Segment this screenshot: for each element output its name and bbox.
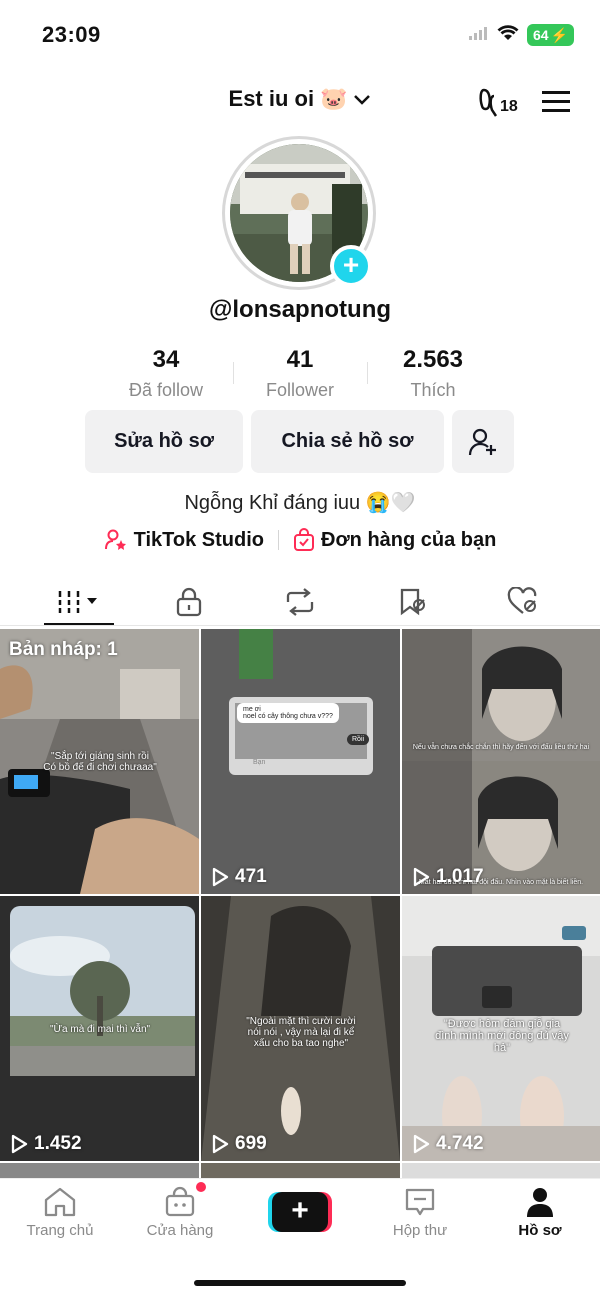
profile-links: TikTok Studio Đơn hàng của bạn (0, 528, 600, 552)
thumbnail-image (402, 629, 600, 894)
hamburger-icon (542, 91, 570, 112)
drafts-label: Bản nháp: 1 (9, 639, 118, 660)
likes-stat[interactable]: 2.563 Thích (363, 346, 503, 401)
tiktok-studio-link[interactable]: TikTok Studio (104, 528, 264, 552)
add-user-icon (468, 428, 496, 455)
bio-text: Ngỗng Khỉ đáng iuu 😭🤍 (184, 492, 416, 514)
plus-icon: + (272, 1192, 328, 1232)
profile-views-button[interactable]: 18 (478, 86, 520, 125)
video-caption: "Ừa mà đi mai thì vẫn" (49, 1024, 151, 1035)
play-icon (212, 867, 229, 887)
divider (0, 625, 600, 626)
nav-inbox[interactable]: Hộp thư (360, 1186, 480, 1239)
plus-icon: + (342, 249, 360, 280)
video-tile[interactable]: "Được hôm đám giỗ gia đình mình mới đông… (402, 896, 600, 1161)
likes-label: Thích (410, 380, 456, 400)
nav-shop-label: Cửa hàng (146, 1222, 214, 1239)
pig-emoji-icon: 🐷 (320, 86, 348, 111)
followers-label: Follower (265, 380, 335, 400)
add-avatar-button[interactable]: + (330, 245, 372, 287)
video-caption: "Ngoài mặt thì cười cười nói nói , vậy m… (246, 1016, 356, 1049)
status-time: 23:09 (42, 22, 101, 47)
home-indicator (194, 1280, 406, 1286)
video-tile[interactable]: "Ừa mà đi mai thì vẫn" 1.452 (0, 896, 199, 1161)
battery-indicator: 64 ⚡ (526, 24, 574, 46)
view-count: 471 (211, 866, 267, 888)
play-icon (11, 1134, 28, 1154)
following-count: 34 (152, 346, 180, 373)
video-tile[interactable]: "Ngoài mặt thì cười cười nói nói , vậy m… (201, 896, 400, 1161)
home-icon (44, 1187, 76, 1217)
divider (278, 530, 280, 550)
share-profile-button[interactable]: Chia sẻ hồ sơ (251, 410, 444, 473)
shopping-bag-icon (294, 528, 315, 551)
followers-stat[interactable]: 41 Follower (230, 346, 370, 401)
saved-icon (400, 588, 425, 616)
following-label: Đã follow (128, 380, 204, 400)
drafts-tile[interactable]: Bản nháp: 1 "Sắp tới giáng sinh rồi Có b… (0, 629, 199, 894)
liked-icon (507, 587, 537, 614)
orders-link[interactable]: Đơn hàng của bạn (293, 528, 496, 552)
inbox-icon (405, 1188, 435, 1216)
view-count-value: 699 (235, 1133, 267, 1154)
video-caption: Nếu vẫn chưa chắc chắn thì hãy đến với đ… (412, 744, 590, 751)
chat-bubble: me ơi noel có cây thông chưa v??? (237, 703, 339, 723)
edit-profile-button[interactable]: Sửa hồ sơ (85, 410, 243, 473)
view-count-value: 471 (235, 866, 267, 887)
battery-level: 64 (532, 27, 549, 43)
video-tile[interactable]: Nếu vẫn chưa chắc chắn thì hãy đến với đ… (402, 629, 600, 894)
shopping-bag-icon (165, 1186, 195, 1217)
nav-profile-label: Hồ sơ (518, 1222, 562, 1239)
video-tile[interactable]: me ơi noel có cây thông chưa v??? Rồii B… (201, 629, 400, 894)
nav-home-label: Trang chủ (26, 1222, 94, 1239)
play-icon (413, 867, 430, 887)
followers-count: 41 (286, 346, 314, 373)
profile-views-count: 18 (500, 98, 518, 115)
following-stat[interactable]: 34 Đã follow (96, 346, 236, 401)
chat-bubble: Rồii (347, 734, 370, 745)
username: @lonsapnotung (208, 296, 392, 323)
signal-icon (468, 26, 489, 45)
notification-dot (196, 1182, 206, 1192)
view-count: 1.452 (10, 1133, 82, 1155)
profile-icon (527, 1188, 553, 1217)
play-icon (413, 1134, 430, 1154)
play-icon (212, 1134, 229, 1154)
repost-icon (286, 588, 314, 616)
add-friends-button[interactable] (452, 410, 514, 473)
chat-input-text: Bạn (253, 759, 266, 766)
nav-home[interactable]: Trang chủ (0, 1186, 120, 1239)
nav-shop[interactable]: Cửa hàng (120, 1186, 240, 1239)
lock-icon (176, 587, 202, 617)
tab-favorites[interactable] (353, 580, 473, 624)
page-title: Est iu oi (228, 86, 315, 111)
status-icons: 64 ⚡ (468, 24, 574, 46)
wifi-icon (497, 24, 519, 46)
studio-icon (104, 529, 126, 550)
tab-liked[interactable] (463, 580, 583, 624)
charging-icon: ⚡ (550, 27, 568, 43)
menu-button[interactable] (542, 91, 570, 118)
videos-grid-icon (58, 591, 97, 613)
tab-reposts[interactable] (240, 580, 360, 624)
video-caption: "Sắp tới giáng sinh rồi Có bồ đế đi chơi… (43, 751, 157, 773)
video-caption: "Được hôm đám giỗ gia đình mình mới đông… (435, 1018, 569, 1054)
view-count-value: 1.017 (436, 866, 484, 887)
tiktok-studio-label: TikTok Studio (133, 528, 265, 551)
view-count-value: 1.452 (34, 1133, 82, 1154)
create-button[interactable]: + (268, 1192, 332, 1232)
view-count: 699 (211, 1133, 267, 1155)
tab-private[interactable] (129, 580, 249, 624)
view-count: 1.017 (412, 866, 484, 888)
likes-count: 2.563 (402, 346, 464, 373)
view-count: 4.742 (412, 1133, 484, 1155)
orders-label: Đơn hàng của bạn (321, 528, 497, 551)
chevron-down-icon (353, 86, 371, 112)
nav-profile[interactable]: Hồ sơ (480, 1186, 600, 1239)
nav-inbox-label: Hộp thư (392, 1222, 448, 1239)
view-count-value: 4.742 (436, 1133, 484, 1154)
tab-videos[interactable] (19, 580, 139, 624)
thumbnail-image (201, 629, 400, 894)
